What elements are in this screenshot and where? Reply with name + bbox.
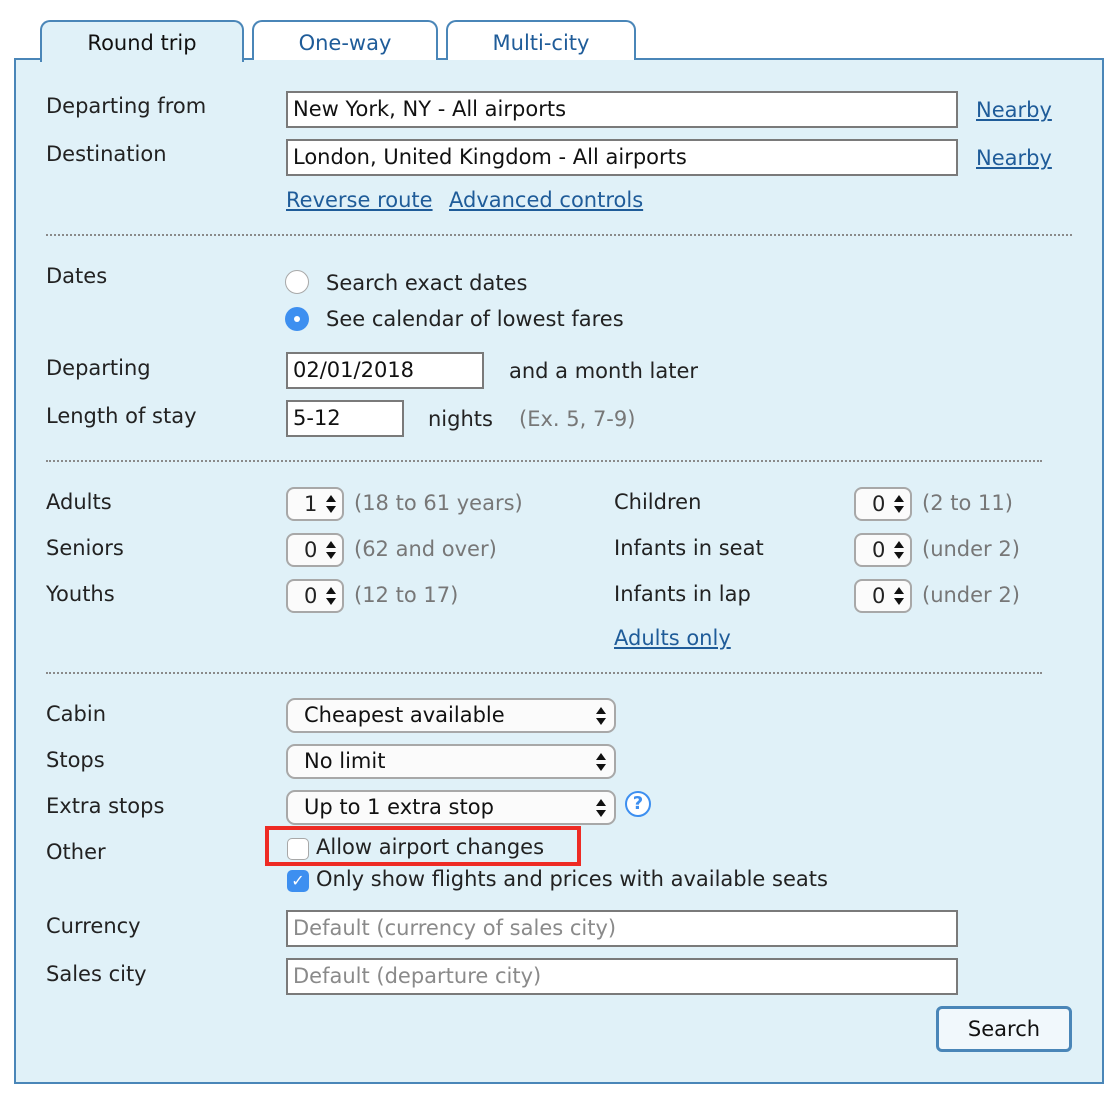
infants-seat-label: Infants in seat (614, 536, 764, 560)
youths-label: Youths (46, 582, 115, 606)
departing-date-input[interactable]: 02/01/2018 (286, 352, 484, 389)
departing-date-suffix: and a month later (509, 359, 699, 383)
youths-value: 0 (304, 584, 318, 608)
other-label: Other (46, 840, 106, 864)
cabin-value: Cheapest available (304, 703, 505, 727)
section-divider (46, 460, 1042, 462)
dates-label: Dates (46, 264, 108, 288)
adults-hint: (18 to 61 years) (354, 491, 523, 515)
updown-arrows-icon (596, 799, 606, 817)
sales-city-label: Sales city (46, 962, 147, 986)
youths-stepper[interactable]: 0 (286, 579, 344, 613)
length-of-stay-label: Length of stay (46, 404, 197, 428)
calendar-fares-label[interactable]: See calendar of lowest fares (326, 307, 624, 331)
seniors-hint: (62 and over) (354, 537, 497, 561)
highlight-annotation-box (265, 826, 581, 866)
currency-input[interactable]: Default (currency of sales city) (286, 910, 958, 947)
seniors-stepper[interactable]: 0 (286, 533, 344, 567)
departing-from-input[interactable]: New York, NY - All airports (286, 91, 958, 128)
form-content: Departing from New York, NY - All airpor… (0, 0, 1114, 1100)
stay-hint: (Ex. 5, 7-9) (519, 407, 636, 431)
help-icon[interactable]: ? (625, 791, 651, 817)
radio-exact-dates[interactable] (285, 270, 309, 294)
infants-seat-value: 0 (872, 538, 886, 562)
stops-value: No limit (304, 749, 386, 773)
section-divider (46, 672, 1042, 674)
children-stepper[interactable]: 0 (854, 487, 912, 521)
infants-lap-hint: (under 2) (922, 583, 1020, 607)
extra-stops-select[interactable]: Up to 1 extra stop (286, 790, 616, 825)
departing-from-label: Departing from (46, 94, 207, 118)
adults-only-link[interactable]: Adults only (614, 626, 731, 650)
seniors-label: Seniors (46, 536, 124, 560)
adults-label: Adults (46, 490, 112, 514)
updown-arrows-icon (894, 587, 904, 605)
infants-lap-label: Infants in lap (614, 582, 751, 606)
destination-label: Destination (46, 142, 167, 166)
updown-arrows-icon (326, 495, 336, 513)
available-seats-checkbox[interactable]: ✓ (287, 870, 309, 892)
sales-city-input[interactable]: Default (departure city) (286, 958, 958, 995)
updown-arrows-icon (596, 707, 606, 725)
updown-arrows-icon (596, 753, 606, 771)
stops-select[interactable]: No limit (286, 744, 616, 779)
youths-hint: (12 to 17) (354, 583, 459, 607)
infants-lap-stepper[interactable]: 0 (854, 579, 912, 613)
search-button[interactable]: Search (936, 1006, 1072, 1052)
children-hint: (2 to 11) (922, 491, 1013, 515)
available-seats-label[interactable]: Only show flights and prices with availa… (316, 867, 828, 891)
currency-label: Currency (46, 914, 141, 938)
section-divider (46, 234, 1072, 236)
nearby-destination-link[interactable]: Nearby (976, 146, 1052, 170)
extra-stops-value: Up to 1 extra stop (304, 795, 494, 819)
cabin-select[interactable]: Cheapest available (286, 698, 616, 733)
destination-input[interactable]: London, United Kingdom - All airports (286, 139, 958, 176)
stops-label: Stops (46, 748, 105, 772)
advanced-controls-link[interactable]: Advanced controls (449, 188, 643, 212)
adults-value: 1 (304, 492, 318, 516)
updown-arrows-icon (894, 541, 904, 559)
extra-stops-label: Extra stops (46, 794, 165, 818)
nights-label: nights (428, 407, 493, 431)
length-of-stay-input[interactable]: 5-12 (286, 400, 404, 437)
reverse-route-link[interactable]: Reverse route (286, 188, 433, 212)
adults-stepper[interactable]: 1 (286, 487, 344, 521)
departing-date-label: Departing (46, 356, 151, 380)
infants-seat-stepper[interactable]: 0 (854, 533, 912, 567)
nearby-departing-link[interactable]: Nearby (976, 98, 1052, 122)
infants-lap-value: 0 (872, 584, 886, 608)
radio-calendar-fares[interactable] (285, 307, 309, 331)
updown-arrows-icon (326, 587, 336, 605)
children-value: 0 (872, 492, 886, 516)
children-label: Children (614, 490, 702, 514)
checkmark-icon: ✓ (291, 871, 305, 890)
infants-seat-hint: (under 2) (922, 537, 1020, 561)
updown-arrows-icon (326, 541, 336, 559)
exact-dates-label[interactable]: Search exact dates (326, 271, 527, 295)
cabin-label: Cabin (46, 702, 107, 726)
updown-arrows-icon (894, 495, 904, 513)
seniors-value: 0 (304, 538, 318, 562)
